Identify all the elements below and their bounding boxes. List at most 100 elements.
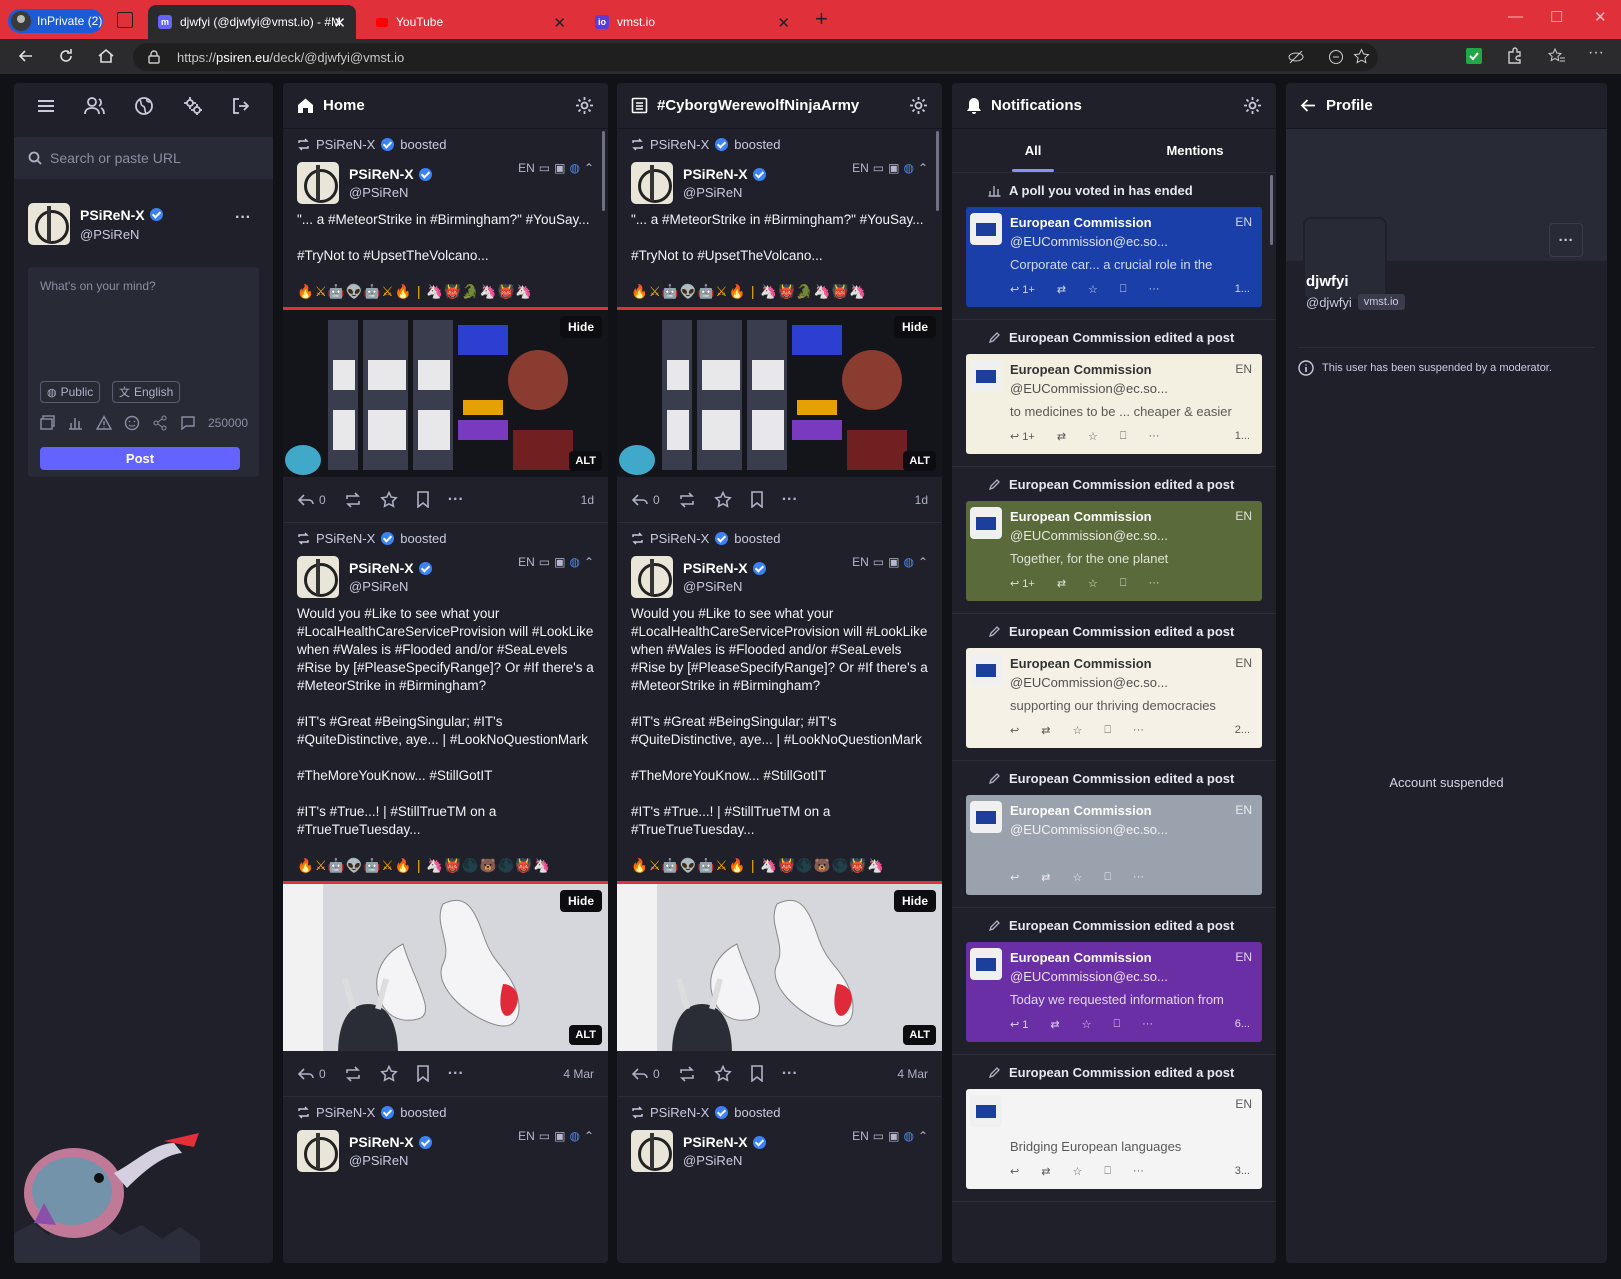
- media-icon[interactable]: [40, 415, 56, 431]
- notification-status-card[interactable]: EN Bridging European languages ↩ ⇄ ☆ ⎕ ··· 3..…: [966, 1089, 1262, 1189]
- more-button[interactable]: ···: [1133, 724, 1144, 737]
- favourite-button[interactable]: ☆: [1088, 283, 1098, 296]
- more-button[interactable]: ···: [448, 1065, 464, 1083]
- search-input[interactable]: Search or paste URL: [50, 150, 181, 166]
- boost-button[interactable]: ⇄: [1041, 1165, 1050, 1178]
- bookmark-button[interactable]: [416, 1065, 430, 1082]
- current-account[interactable]: PSiReN-X @PSiReN ···: [14, 179, 273, 255]
- reply-button[interactable]: ↩: [1010, 871, 1019, 884]
- favourite-button[interactable]: ☆: [1088, 577, 1098, 590]
- status-author[interactable]: PSiReN-X @PSiReN EN ▭ ▣ ◍ ⌃: [617, 553, 942, 601]
- column-settings-icon[interactable]: [1243, 96, 1262, 115]
- status-author[interactable]: PSiReN-X @PSiReN EN ▭ ▣ ◍ ⌃: [283, 1127, 608, 1175]
- more-button[interactable]: ···: [782, 491, 798, 509]
- hide-media-button[interactable]: Hide: [893, 316, 936, 338]
- back-icon[interactable]: [16, 46, 36, 66]
- refresh-icon[interactable]: [56, 46, 76, 66]
- booster-name[interactable]: PSiReN-X: [316, 531, 375, 546]
- people-icon[interactable]: [84, 96, 106, 116]
- bookmark-button[interactable]: ⎕: [1120, 577, 1127, 590]
- home-icon[interactable]: [96, 46, 116, 66]
- avatar[interactable]: [631, 162, 673, 204]
- reply-button[interactable]: 0: [297, 493, 326, 507]
- bookmark-button[interactable]: [416, 491, 430, 508]
- avatar[interactable]: [297, 162, 339, 204]
- collapse-chevron-icon[interactable]: ⌃: [918, 161, 928, 175]
- status-time[interactable]: 4 Mar: [563, 1067, 594, 1081]
- status-author[interactable]: PSiReN-X @PSiReN EN ▭ ▣ ◍ ⌃: [283, 553, 608, 601]
- inprivate-badge[interactable]: InPrivate (2): [8, 9, 103, 33]
- bookmark-button[interactable]: ⎕: [1104, 871, 1111, 884]
- favourite-button[interactable]: [379, 1064, 398, 1083]
- notification-item[interactable]: European Commission edited a post Europea…: [952, 467, 1276, 614]
- more-button[interactable]: ···: [1149, 577, 1160, 590]
- more-button[interactable]: ···: [1142, 1018, 1153, 1031]
- visibility-button[interactable]: ◍ Public: [40, 381, 101, 403]
- collapse-chevron-icon[interactable]: ⌃: [918, 1129, 928, 1143]
- favorite-star-icon[interactable]: [1353, 48, 1370, 65]
- alt-badge[interactable]: ALT: [569, 451, 602, 471]
- favourite-button[interactable]: ☆: [1088, 430, 1098, 443]
- avatar[interactable]: [297, 1130, 339, 1172]
- notification-status-card[interactable]: European Commission @EUCommission@ec.so..…: [966, 942, 1262, 1042]
- bookmark-button[interactable]: ⎕: [1104, 724, 1111, 737]
- instance-tag[interactable]: vmst.io: [1357, 294, 1405, 310]
- share-icon[interactable]: [152, 415, 168, 431]
- booster-name[interactable]: PSiReN-X: [650, 531, 709, 546]
- new-tab-icon[interactable]: +: [815, 6, 828, 32]
- notification-status-card[interactable]: European Commission @EUCommission@ec.so..…: [966, 207, 1262, 307]
- content-warning-icon[interactable]: [96, 415, 112, 431]
- search-box[interactable]: Search or paste URL: [14, 137, 273, 179]
- tab-actions-icon[interactable]: [117, 12, 133, 28]
- notification-status-card[interactable]: European Commission @EUCommission@ec.so..…: [966, 648, 1262, 748]
- media-attachment[interactable]: Hide ALT: [617, 307, 942, 477]
- favourite-button[interactable]: ☆: [1072, 871, 1082, 884]
- booster-name[interactable]: PSiReN-X: [316, 137, 375, 152]
- status-card[interactable]: PSiReN-X boosted PSiReN-X @PSiReN EN ▭ ▣…: [617, 523, 942, 1097]
- alt-badge[interactable]: ALT: [903, 1025, 936, 1045]
- status-card[interactable]: PSiReN-X boosted PSiReN-X @PSiReN EN ▭ ▣…: [283, 523, 608, 1097]
- back-arrow-icon[interactable]: [1300, 97, 1317, 114]
- maximize-icon[interactable]: ☐: [1550, 8, 1563, 26]
- boost-button[interactable]: [678, 1065, 696, 1082]
- reply-button[interactable]: 0: [631, 493, 660, 507]
- tab-mastodon[interactable]: m djwfyi (@djwfyi@vmst.io) - #Mast ✕: [148, 5, 356, 39]
- boost-button[interactable]: ⇄: [1057, 283, 1066, 296]
- alt-badge[interactable]: ALT: [569, 1025, 602, 1045]
- bookmark-button[interactable]: ⎕: [1120, 430, 1127, 443]
- hide-media-button[interactable]: Hide: [559, 890, 602, 912]
- reply-button[interactable]: ↩ 1+: [1010, 283, 1035, 296]
- tab-vmst[interactable]: io vmst.io ✕: [585, 5, 800, 39]
- hide-media-button[interactable]: Hide: [893, 890, 936, 912]
- notification-item[interactable]: European Commission edited a post EN Bridg…: [952, 1055, 1276, 1202]
- status-card[interactable]: PSiReN-X boosted PSiReN-X @PSiReN EN ▭ ▣…: [617, 1097, 942, 1175]
- tab-youtube[interactable]: YouTube ✕: [366, 5, 576, 39]
- more-menu-icon[interactable]: ···: [1588, 44, 1604, 62]
- reply-button[interactable]: 0: [631, 1067, 660, 1081]
- reply-button[interactable]: ↩ 1: [1010, 1018, 1028, 1031]
- status-time[interactable]: 1d: [915, 493, 928, 507]
- favourite-button[interactable]: ☆: [1072, 724, 1082, 737]
- column-settings-icon[interactable]: [909, 96, 928, 115]
- boost-button[interactable]: ⇄: [1041, 724, 1050, 737]
- status-author[interactable]: PSiReN-X @PSiReN EN ▭ ▣ ◍ ⌃: [617, 159, 942, 207]
- media-attachment[interactable]: Hide ALT: [617, 881, 942, 1051]
- boost-button[interactable]: ⇄: [1050, 1018, 1059, 1031]
- avatar[interactable]: [28, 203, 70, 245]
- tab-close-icon[interactable]: ✕: [333, 14, 346, 32]
- bookmark-button[interactable]: ⎕: [1114, 1018, 1121, 1031]
- reader-icon[interactable]: [1328, 49, 1344, 65]
- tab-all[interactable]: All: [952, 129, 1114, 172]
- status-card[interactable]: PSiReN-X boosted PSiReN-X @PSiReN EN ▭ ▣…: [283, 1097, 608, 1175]
- logout-icon[interactable]: [231, 96, 251, 116]
- avatar[interactable]: [297, 556, 339, 598]
- minimize-icon[interactable]: —: [1508, 8, 1523, 25]
- more-button[interactable]: ···: [1149, 430, 1160, 443]
- column-title[interactable]: #CyborgWerewolfNinjaArmy: [657, 97, 909, 114]
- column-title[interactable]: Home: [323, 97, 575, 114]
- collapse-chevron-icon[interactable]: ⌃: [584, 555, 594, 569]
- favourite-button[interactable]: [713, 490, 732, 509]
- poll-icon[interactable]: [68, 415, 84, 431]
- compose-textarea[interactable]: What's on your mind?: [40, 279, 156, 293]
- notification-status-card[interactable]: European Commission @EUCommission@ec.so..…: [966, 501, 1262, 601]
